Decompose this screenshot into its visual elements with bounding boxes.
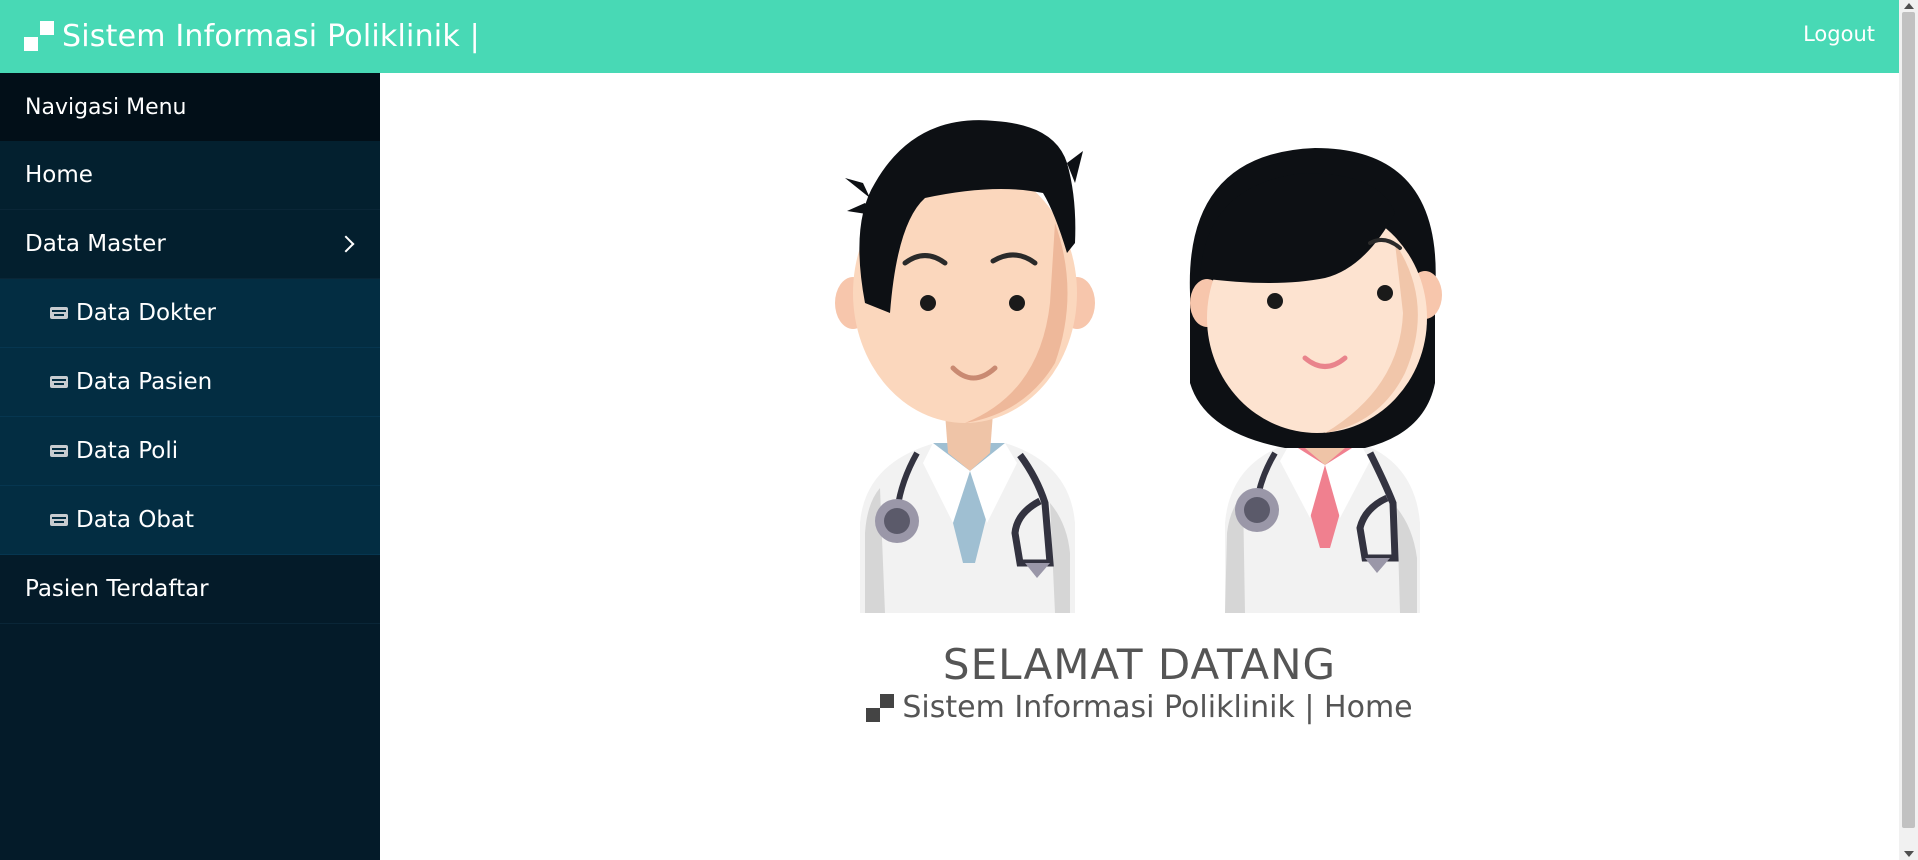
logo-icon [866, 693, 895, 722]
logout-link[interactable]: Logout [1803, 22, 1875, 46]
sidebar-header: Navigasi Menu [0, 73, 380, 141]
welcome-heading: SELAMAT DATANG [942, 640, 1337, 689]
sidebar-item-label: Home [25, 162, 93, 188]
card-icon [50, 376, 68, 388]
page-scrollbar[interactable] [1899, 0, 1918, 860]
card-icon [50, 445, 68, 457]
sidebar-item-data-pasien[interactable]: Data Pasien [0, 348, 380, 417]
doctors-illustration [835, 120, 1442, 613]
scroll-up-icon[interactable] [1904, 3, 1914, 9]
brand[interactable]: Sistem Informasi Poliklinik | [24, 16, 480, 56]
sidebar-item-data-poli[interactable]: Data Poli [0, 417, 380, 486]
scroll-down-icon[interactable] [1904, 851, 1914, 857]
male-doctor [835, 120, 1095, 613]
card-icon [50, 514, 68, 526]
sidebar-item-label: Data Pasien [76, 369, 213, 395]
sidebar-item-data-master[interactable]: Data Master [0, 210, 380, 279]
female-doctor [1189, 148, 1442, 613]
sidebar: Navigasi Menu Home Data Master Data Dokt… [0, 73, 380, 860]
sidebar-item-label: Data Poli [76, 438, 179, 464]
chevron-right-icon [337, 235, 355, 253]
app-title: Sistem Informasi Poliklinik | [62, 18, 480, 54]
logo-icon [24, 21, 54, 51]
scroll-thumb[interactable] [1902, 12, 1915, 828]
sidebar-item-label: Data Dokter [76, 300, 216, 326]
sidebar-item-label: Data Master [25, 231, 166, 257]
sidebar-item-data-dokter[interactable]: Data Dokter [0, 279, 380, 348]
main-content: SELAMAT DATANG Sistem Informasi Poliklin… [380, 73, 1899, 860]
sidebar-item-pasien-terdaftar[interactable]: Pasien Terdaftar [0, 555, 380, 624]
top-navbar: Sistem Informasi Poliklinik | Logout [0, 0, 1899, 73]
sidebar-item-data-obat[interactable]: Data Obat [0, 486, 380, 555]
subtitle-text: Sistem Informasi Poliklinik | Home [902, 690, 1413, 725]
welcome-subtitle: Sistem Informasi Poliklinik | Home [380, 690, 1899, 725]
sidebar-item-home[interactable]: Home [0, 141, 380, 210]
sidebar-item-label: Pasien Terdaftar [25, 576, 209, 602]
card-icon [50, 307, 68, 319]
sidebar-item-label: Data Obat [76, 507, 195, 533]
